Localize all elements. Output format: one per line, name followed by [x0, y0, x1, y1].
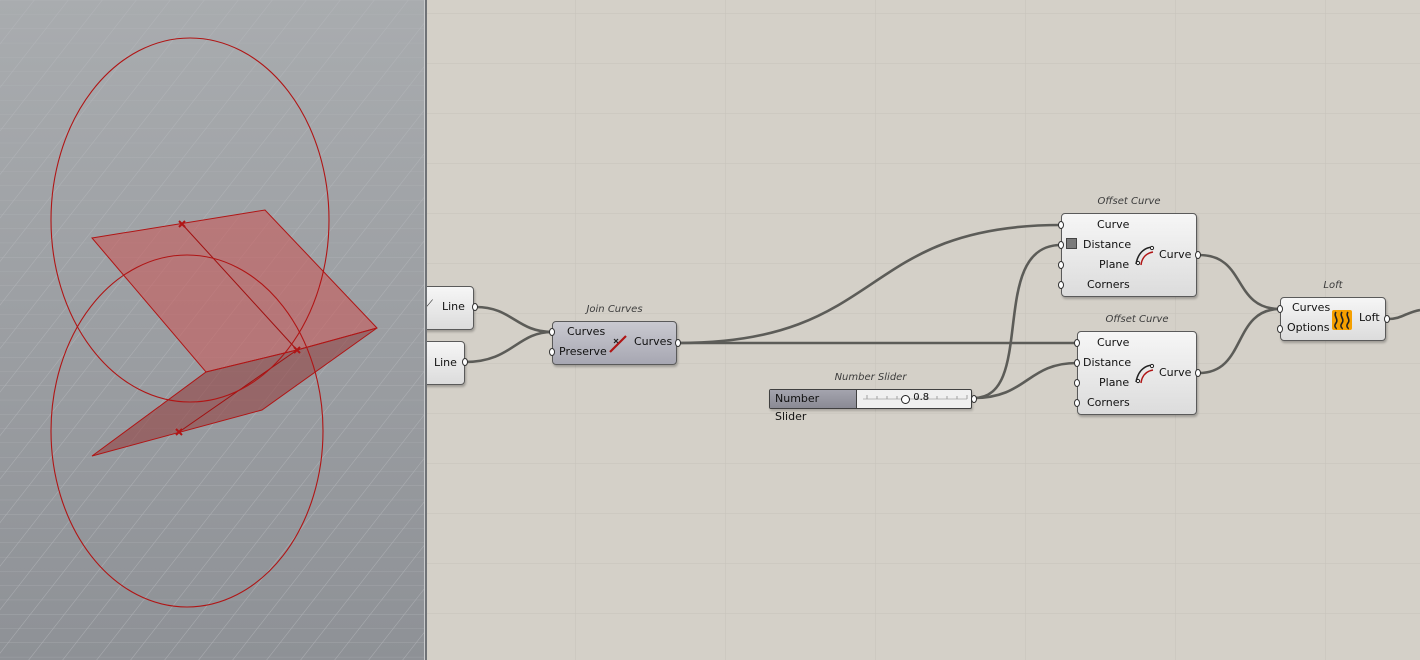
offset1-input-curve[interactable]: Curve	[1097, 218, 1129, 232]
line2-output-grip[interactable]	[462, 358, 468, 366]
offset1-plane-grip[interactable]	[1058, 261, 1064, 269]
offset2-output-curve[interactable]: Curve	[1159, 366, 1191, 380]
line1-output-grip[interactable]	[472, 303, 478, 311]
grasshopper-canvas[interactable]: ⟋ Line Line Join Curves Curves Preserve …	[427, 0, 1420, 660]
number-slider-label: Number Slider	[770, 390, 858, 423]
join-curves-component[interactable]: Curves Preserve Curves	[552, 321, 677, 365]
offset-curve-icon	[1132, 362, 1156, 389]
slider-value: 0.8	[913, 392, 930, 403]
slider-track[interactable]: 0.8	[857, 390, 971, 408]
offset-curve-icon	[1132, 244, 1156, 271]
join-curves-icon	[607, 333, 629, 358]
rhino-viewport[interactable]	[0, 0, 424, 660]
offset-curve-1-title: Offset Curve	[1097, 196, 1161, 207]
offset2-distance-grip[interactable]	[1074, 359, 1080, 367]
offset1-output-curve[interactable]: Curve	[1159, 248, 1191, 262]
offset-curve-component-2[interactable]: Curve Distance Plane Corners Curve	[1077, 331, 1197, 415]
offset2-input-plane[interactable]: Plane	[1099, 376, 1129, 390]
line-param-2[interactable]: Line	[427, 341, 465, 385]
offset2-output-grip[interactable]	[1195, 369, 1201, 377]
offset2-corners-grip[interactable]	[1074, 399, 1080, 407]
join-output-curves[interactable]: Curves	[634, 335, 672, 349]
loft-output[interactable]: Loft	[1359, 311, 1380, 325]
number-slider-title: Number Slider	[834, 372, 907, 383]
slider-output-grip[interactable]	[971, 395, 977, 403]
offset2-input-corners[interactable]: Corners	[1087, 396, 1130, 410]
line-param-label: Line	[442, 300, 465, 313]
loft-input-curves[interactable]: Curves	[1292, 301, 1330, 315]
offset2-curve-grip[interactable]	[1074, 339, 1080, 347]
expression-icon	[1066, 238, 1077, 249]
line-param-1[interactable]: ⟋ Line	[427, 286, 474, 330]
offset2-input-curve[interactable]: Curve	[1097, 336, 1129, 350]
join-curves-title: Join Curves	[586, 304, 643, 315]
offset2-plane-grip[interactable]	[1074, 379, 1080, 387]
offset1-output-grip[interactable]	[1195, 251, 1201, 259]
offset1-distance-grip[interactable]	[1058, 241, 1064, 249]
offset1-input-corners[interactable]: Corners	[1087, 278, 1130, 292]
loft-icon	[1331, 309, 1353, 334]
offset-curve-2-title: Offset Curve	[1105, 314, 1169, 325]
join-input-preserve[interactable]: Preserve	[559, 345, 607, 359]
join-input-curves[interactable]: Curves	[567, 325, 605, 339]
offset1-input-distance[interactable]: Distance	[1083, 238, 1131, 252]
loft-options-grip[interactable]	[1277, 325, 1283, 333]
offset1-curve-grip[interactable]	[1058, 221, 1064, 229]
loft-title: Loft	[1323, 280, 1343, 291]
offset1-corners-grip[interactable]	[1058, 281, 1064, 289]
join-output-grip[interactable]	[675, 339, 681, 347]
loft-component[interactable]: Curves Options Loft	[1280, 297, 1386, 341]
loft-output-grip[interactable]	[1384, 315, 1390, 323]
loft-input-options[interactable]: Options	[1287, 321, 1329, 335]
loft-curves-grip[interactable]	[1277, 305, 1283, 313]
offset-curve-component-1[interactable]: Curve Distance Plane Corners Curve	[1061, 213, 1197, 297]
offset2-input-distance[interactable]: Distance	[1083, 356, 1131, 370]
viewport-geometry	[0, 0, 424, 660]
line-param-icon: ⟋	[427, 299, 433, 310]
line-param-label: Line	[434, 356, 457, 369]
offset1-input-plane[interactable]: Plane	[1099, 258, 1129, 272]
number-slider[interactable]: Number Slider 0.8	[769, 389, 972, 423]
join-input-curves-grip[interactable]	[549, 328, 555, 336]
join-input-preserve-grip[interactable]	[549, 348, 555, 356]
